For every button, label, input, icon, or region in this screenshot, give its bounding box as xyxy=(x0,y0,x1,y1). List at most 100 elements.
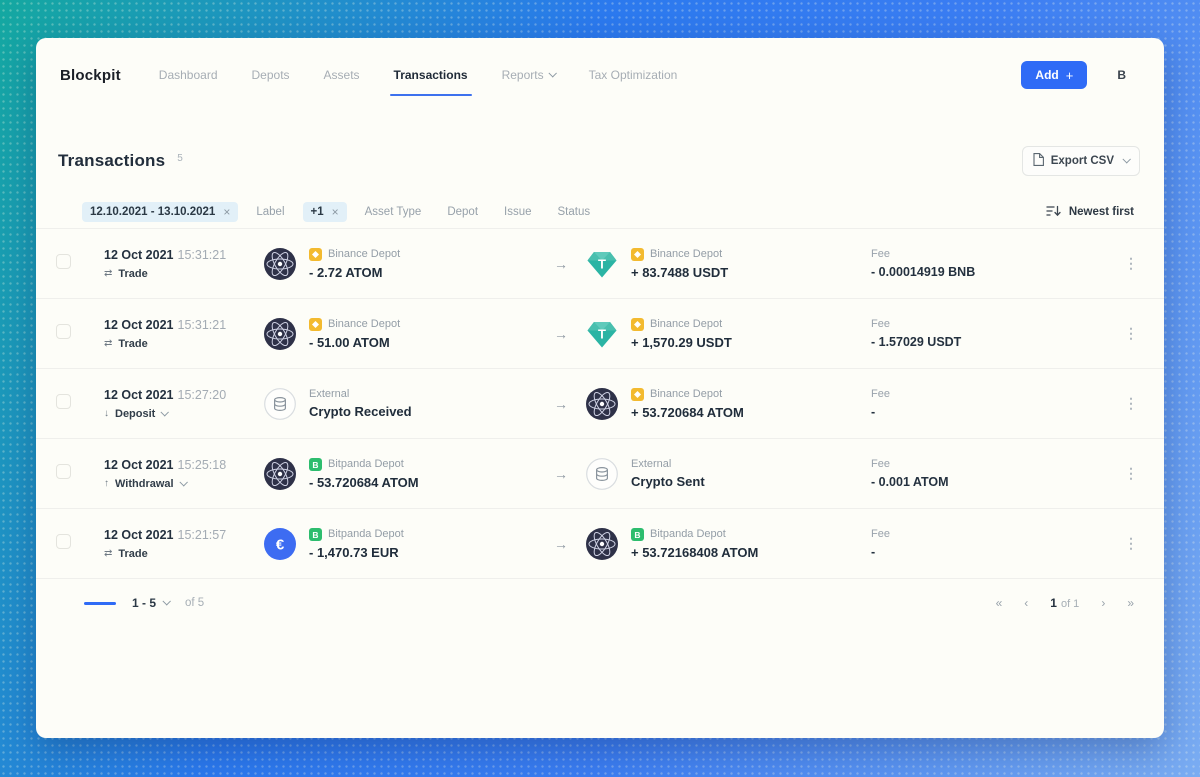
filter-chip-label: Depot xyxy=(447,206,478,218)
svg-text:€: € xyxy=(276,536,285,553)
atom-coin-icon xyxy=(586,528,618,560)
nav-item-label: Reports xyxy=(502,68,544,82)
tx-type: ⇄ Trade xyxy=(104,338,264,350)
rows-per-page-select[interactable]: 1 - 5 xyxy=(132,596,169,610)
depot-label: BBitpanda Depot xyxy=(309,528,404,541)
tx-type[interactable]: ↑ Withdrawal xyxy=(104,478,264,490)
tx-destination: TBinance Depot+ 83.7488 USDT xyxy=(586,248,869,280)
tx-source: €BBitpanda Depot- 1,470.73 EUR xyxy=(264,528,554,560)
nav-links: Dashboard Depots Assets Transactions Reports… xyxy=(159,54,678,96)
row-checkbox[interactable] xyxy=(56,394,71,409)
tx-type: ⇄Trade xyxy=(104,548,264,560)
tx-amount: + 1,570.29 USDT xyxy=(631,335,732,350)
transactions-count-badge: 5 xyxy=(177,153,183,164)
tx-amount: - 53.720684 ATOM xyxy=(309,475,419,490)
tx-time: 15:31:21 xyxy=(178,248,227,262)
nav-item-transactions[interactable]: Transactions xyxy=(394,54,468,96)
tx-amount: + 53.720684 ATOM xyxy=(631,405,744,420)
kebab-menu-icon[interactable]: ⋮ xyxy=(1118,533,1144,553)
nav-item-label: Transactions xyxy=(394,68,468,82)
tx-source: Binance Depot - 2.72 ATOM xyxy=(264,248,554,280)
fee-value: - 1.57029 USDT xyxy=(871,335,1104,349)
binance-depot-icon xyxy=(631,318,644,331)
svg-text:T: T xyxy=(598,256,606,271)
nav-item-label: Dashboard xyxy=(159,68,218,82)
depot-name: Bitpanda Depot xyxy=(650,528,726,540)
filter-chip-status[interactable]: Status xyxy=(550,202,599,222)
close-icon[interactable]: × xyxy=(332,206,339,218)
export-csv-button[interactable]: Export CSV xyxy=(1022,146,1140,176)
fee-value: - xyxy=(871,405,1104,419)
nav-item-depots[interactable]: Depots xyxy=(252,54,290,96)
tx-type-label: Withdrawal xyxy=(115,478,174,490)
trade-icon: ⇄ xyxy=(104,338,112,349)
fee-label: Fee xyxy=(871,318,1104,330)
depot-name: Binance Depot xyxy=(328,318,400,330)
kebab-menu-icon[interactable]: ⋮ xyxy=(1118,253,1144,273)
depot-label: Binance Depot xyxy=(631,318,732,331)
nav-item-reports[interactable]: Reports xyxy=(502,54,555,96)
tx-date: 12 Oct 2021 xyxy=(104,528,174,542)
depot-label: Binance Depot xyxy=(631,248,728,261)
kebab-menu-icon[interactable]: ⋮ xyxy=(1118,393,1144,413)
tx-amount: - 51.00 ATOM xyxy=(309,335,400,350)
fee-label: Fee xyxy=(871,528,1104,540)
depot-name: Bitpanda Depot xyxy=(328,458,404,470)
tx-source: Binance Depot - 51.00 ATOM xyxy=(264,318,554,350)
row-checkbox[interactable] xyxy=(56,464,71,479)
kebab-menu-icon[interactable]: ⋮ xyxy=(1118,323,1144,343)
filter-chip-asset-type[interactable]: Asset Type xyxy=(357,202,430,222)
tx-date: 12 Oct 2021 xyxy=(104,248,174,262)
filter-chip-label[interactable]: Label xyxy=(248,202,292,222)
svg-text:B: B xyxy=(312,460,318,470)
atom-coin-icon xyxy=(264,248,296,280)
binance-depot-icon xyxy=(309,318,322,331)
prev-page-button[interactable]: ‹ xyxy=(1024,596,1028,610)
row-checkbox[interactable] xyxy=(56,324,71,339)
add-button[interactable]: Add + xyxy=(1021,61,1087,89)
blockpit-logo: Blockpit xyxy=(60,67,121,84)
binance-depot-icon xyxy=(309,248,322,261)
filter-chip-label: Issue xyxy=(504,206,532,218)
depot-label: Binance Depot xyxy=(631,388,744,401)
tx-amount: - 2.72 ATOM xyxy=(309,265,400,280)
plus-icon: + xyxy=(1066,69,1074,82)
tx-amount: + 53.72168408 ATOM xyxy=(631,545,758,560)
file-icon xyxy=(1033,153,1044,169)
filter-chip-label: Status xyxy=(558,206,591,218)
depot-name: Binance Depot xyxy=(650,248,722,260)
row-checkbox[interactable] xyxy=(56,254,71,269)
kebab-menu-icon[interactable]: ⋮ xyxy=(1118,463,1144,483)
binance-depot-icon xyxy=(631,248,644,261)
withdrawal-icon: ↑ xyxy=(104,478,109,489)
tx-source: B Bitpanda Depot - 53.720684 ATOM xyxy=(264,458,554,490)
sort-label: Newest first xyxy=(1069,206,1134,218)
filter-chip-depot[interactable]: Depot xyxy=(439,202,486,222)
filter-chip--1[interactable]: +1× xyxy=(303,202,347,222)
tx-destination: Binance Depot + 53.720684 ATOM xyxy=(586,388,869,420)
sort-control[interactable]: Newest first xyxy=(1046,205,1134,220)
tx-type[interactable]: ↓Deposit xyxy=(104,408,264,420)
arrow-right-icon: → xyxy=(554,396,586,412)
tx-type-label: Trade xyxy=(118,338,147,350)
depot-label: Binance Depot xyxy=(309,248,400,261)
transaction-row: 12 Oct 202115:27:20↓DepositExternalCrypt… xyxy=(36,369,1164,439)
nav-item-tax-optimization[interactable]: Tax Optimization xyxy=(589,54,678,96)
filter-chip-12-10-2021-13-10-2021[interactable]: 12.10.2021 - 13.10.2021× xyxy=(82,202,238,222)
last-page-button[interactable]: » xyxy=(1127,596,1134,610)
binance-depot-icon xyxy=(631,388,644,401)
first-page-button[interactable]: « xyxy=(996,596,1003,610)
row-checkbox[interactable] xyxy=(56,534,71,549)
nav-item-assets[interactable]: Assets xyxy=(324,54,360,96)
header-actions: Add + B xyxy=(1021,61,1140,89)
tx-date: 12 Oct 2021 xyxy=(104,458,174,472)
next-page-button[interactable]: › xyxy=(1101,596,1105,610)
svg-text:B: B xyxy=(312,530,318,540)
filter-chip-issue[interactable]: Issue xyxy=(496,202,540,222)
table-footer: 1 - 5 of 5 « ‹ 1of 1 › » xyxy=(36,588,1164,618)
chevron-down-icon xyxy=(179,478,187,486)
close-icon[interactable]: × xyxy=(223,206,230,218)
nav-item-dashboard[interactable]: Dashboard xyxy=(159,54,218,96)
tx-date: 12 Oct 2021 xyxy=(104,388,174,402)
avatar[interactable]: B xyxy=(1117,68,1126,82)
